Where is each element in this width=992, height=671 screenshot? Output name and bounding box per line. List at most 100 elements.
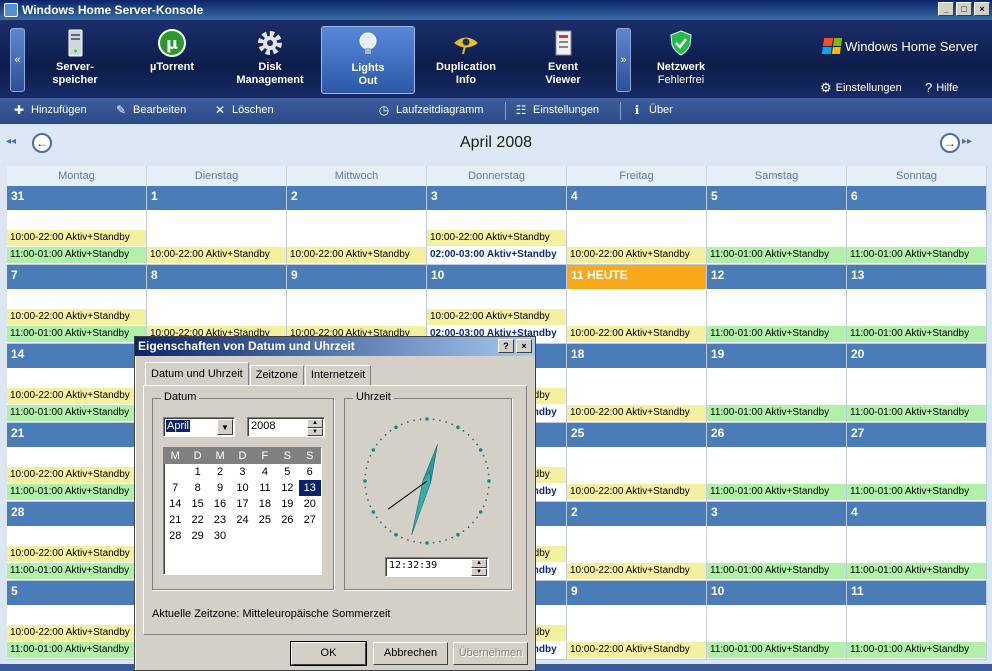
schedule-entry[interactable]: 11:00-01:00 Aktiv+Standby: [847, 484, 986, 500]
calendar-day[interactable]: 9 10:00-22:00 Aktiv+Standby: [287, 265, 427, 344]
close-button[interactable]: ×: [974, 2, 990, 16]
schedule-entry[interactable]: 10:00-22:00 Aktiv+Standby: [7, 546, 146, 562]
calendar-date[interactable]: 18: [254, 496, 276, 512]
calendar-day[interactable]: 1 10:00-22:00 Aktiv+Standby: [147, 186, 287, 265]
calendar-day[interactable]: 13 11:00-01:00 Aktiv+Standby: [847, 265, 987, 344]
calendar-date[interactable]: 8: [186, 480, 208, 496]
calendar-date[interactable]: 3: [231, 464, 253, 480]
about-button[interactable]: ℹ Über: [630, 103, 673, 117]
year-spin-buttons[interactable]: ▲ ▼: [307, 419, 323, 436]
last-page-icon[interactable]: ▸▸: [962, 136, 972, 147]
schedule-entry[interactable]: 11:00-01:00 Aktiv+Standby: [847, 642, 986, 658]
calendar-date[interactable]: 27: [299, 512, 321, 528]
calendar-date[interactable]: 21: [164, 512, 186, 528]
schedule-entry[interactable]: 11:00-01:00 Aktiv+Standby: [707, 247, 846, 263]
calendar-date[interactable]: 1: [186, 464, 208, 480]
schedule-entry[interactable]: 11:00-01:00 Aktiv+Standby: [847, 247, 986, 263]
schedule-entry[interactable]: 10:00-22:00 Aktiv+Standby: [7, 625, 146, 641]
calendar-day[interactable]: 8 10:00-22:00 Aktiv+Standby: [147, 265, 287, 344]
calendar-date[interactable]: 10: [231, 480, 253, 496]
calendar-date[interactable]: 25: [254, 512, 276, 528]
schedule-entry[interactable]: 10:00-22:00 Aktiv+Standby: [567, 247, 706, 263]
minimize-button[interactable]: _: [938, 2, 954, 16]
maximize-button[interactable]: □: [956, 2, 972, 16]
tab-timezone[interactable]: Zeitzone: [249, 365, 304, 385]
tab-internet-time[interactable]: Internetzeit: [304, 365, 372, 385]
schedule-entry[interactable]: 10:00-22:00 Aktiv+Standby: [567, 484, 706, 500]
ok-button[interactable]: OK: [290, 641, 367, 666]
calendar-date[interactable]: 4: [254, 464, 276, 480]
spin-down-icon[interactable]: ▼: [471, 567, 487, 576]
calendar-day[interactable]: 14 10:00-22:00 Aktiv+Standby 11:00-01:00 A…: [7, 344, 147, 423]
calendar-date[interactable]: 26: [276, 512, 298, 528]
calendar-day[interactable]: 27 11:00-01:00 Aktiv+Standby: [847, 423, 987, 502]
schedule-entry[interactable]: 10:00-22:00 Aktiv+Standby: [147, 247, 286, 263]
add-button[interactable]: ✚ Hinzufügen: [12, 103, 87, 117]
chevron-down-icon[interactable]: ▼: [217, 419, 233, 435]
spin-down-icon[interactable]: ▼: [307, 427, 323, 436]
calendar-date[interactable]: 14: [164, 496, 186, 512]
calendar-date[interactable]: 22: [186, 512, 208, 528]
calendar-day[interactable]: 7 10:00-22:00 Aktiv+Standby 11:00-01:00 Ak…: [7, 265, 147, 344]
schedule-entry[interactable]: 10:00-22:00 Aktiv+Standby: [427, 230, 566, 246]
schedule-entry[interactable]: 11:00-01:00 Aktiv+Standby: [7, 405, 146, 421]
dialog-close-button[interactable]: ×: [516, 339, 532, 353]
calendar-date[interactable]: 30: [209, 528, 231, 544]
schedule-entry[interactable]: 11:00-01:00 Aktiv+Standby: [7, 247, 146, 263]
schedule-entry[interactable]: 10:00-22:00 Aktiv+Standby: [567, 326, 706, 342]
schedule-entry[interactable]: 10:00-22:00 Aktiv+Standby: [567, 563, 706, 579]
calendar-date[interactable]: 2: [209, 464, 231, 480]
network-status[interactable]: Netzwerk Fehlerfrei: [634, 26, 728, 94]
tab-date-time[interactable]: Datum und Uhrzeit: [145, 362, 249, 385]
schedule-entry[interactable]: 10:00-22:00 Aktiv+Standby: [7, 230, 146, 246]
calendar-day[interactable]: 21 10:00-22:00 Aktiv+Standby 11:00-01:00 A…: [7, 423, 147, 502]
calendar-day[interactable]: 19 11:00-01:00 Aktiv+Standby: [707, 344, 847, 423]
calendar-date[interactable]: 17: [231, 496, 253, 512]
year-stepper[interactable]: 2008 ▲ ▼: [247, 417, 325, 437]
calendar-day[interactable]: 5 11:00-01:00 Aktiv+Standby: [707, 186, 847, 265]
schedule-entry[interactable]: 11:00-01:00 Aktiv+Standby: [7, 326, 146, 342]
calendar-date[interactable]: 9: [209, 480, 231, 496]
calendar-date[interactable]: 11: [254, 480, 276, 496]
schedule-entry[interactable]: 10:00-22:00 Aktiv+Standby: [7, 309, 146, 325]
calendar-date[interactable]: 29: [186, 528, 208, 544]
schedule-entry[interactable]: 11:00-01:00 Aktiv+Standby: [707, 326, 846, 342]
month-select[interactable]: April ▼: [163, 417, 235, 437]
calendar-day[interactable]: 2 10:00-22:00 Aktiv+Standby: [567, 502, 707, 581]
schedule-entry[interactable]: 11:00-01:00 Aktiv+Standby: [7, 642, 146, 658]
tab-utorrent[interactable]: µ µTorrent: [125, 26, 219, 94]
calendar-date[interactable]: 20: [299, 496, 321, 512]
spin-up-icon[interactable]: ▲: [471, 559, 487, 568]
schedule-entry[interactable]: 10:00-22:00 Aktiv+Standby: [567, 405, 706, 421]
calendar-day[interactable]: 4 11:00-01:00 Aktiv+Standby: [847, 502, 987, 581]
calendar-day[interactable]: 3 10:00-22:00 Aktiv+Standby 02:00-03:00 Ak…: [427, 186, 567, 265]
schedule-entry[interactable]: 11:00-01:00 Aktiv+Standby: [847, 563, 986, 579]
schedule-entry[interactable]: 11:00-01:00 Aktiv+Standby: [707, 484, 846, 500]
next-month-button[interactable]: →: [940, 133, 960, 153]
time-input[interactable]: 12:32:39 ▲ ▼: [385, 557, 489, 577]
runtime-chart-button[interactable]: ◷ Laufzeitdiagramm: [377, 103, 484, 117]
tab-serverspeicher[interactable]: Server- speicher: [28, 26, 122, 94]
apply-button[interactable]: Übernehmen: [453, 642, 528, 665]
time-spin-buttons[interactable]: ▲ ▼: [471, 559, 487, 576]
schedule-entry[interactable]: 02:00-03:00 Aktiv+Standby: [427, 247, 566, 263]
calendar-day[interactable]: 10 10:00-22:00 Aktiv+Standby 02:00-03:00 A…: [427, 265, 567, 344]
schedule-entry[interactable]: 10:00-22:00 Aktiv+Standby: [287, 247, 426, 263]
schedule-entry[interactable]: 10:00-22:00 Aktiv+Standby: [567, 642, 706, 658]
calendar-date[interactable]: 7: [164, 480, 186, 496]
tab-duplication-info[interactable]: Duplication Info: [419, 26, 513, 94]
calendar-day[interactable]: 3 11:00-01:00 Aktiv+Standby: [707, 502, 847, 581]
tab-lights-out[interactable]: Lights Out: [321, 26, 415, 94]
calendar-day[interactable]: 31 10:00-22:00 Aktiv+Standby 11:00-01:00 A…: [7, 186, 147, 265]
help-link[interactable]: ? Hilfe: [925, 80, 958, 95]
calendar-day[interactable]: 6 11:00-01:00 Aktiv+Standby: [847, 186, 987, 265]
calendar-day[interactable]: 18 10:00-22:00 Aktiv+Standby: [567, 344, 707, 423]
tab-disk-management[interactable]: Disk Management: [223, 26, 317, 94]
calendar-date[interactable]: 5: [276, 464, 298, 480]
calendar-date[interactable]: 13: [298, 480, 321, 496]
toolbar-settings-button[interactable]: ☷ Einstellungen: [514, 103, 599, 117]
delete-button[interactable]: ✕ Löschen: [213, 103, 274, 117]
calendar-date[interactable]: 23: [209, 512, 231, 528]
dialog-help-button[interactable]: ?: [498, 339, 514, 353]
schedule-entry[interactable]: 11:00-01:00 Aktiv+Standby: [847, 326, 986, 342]
